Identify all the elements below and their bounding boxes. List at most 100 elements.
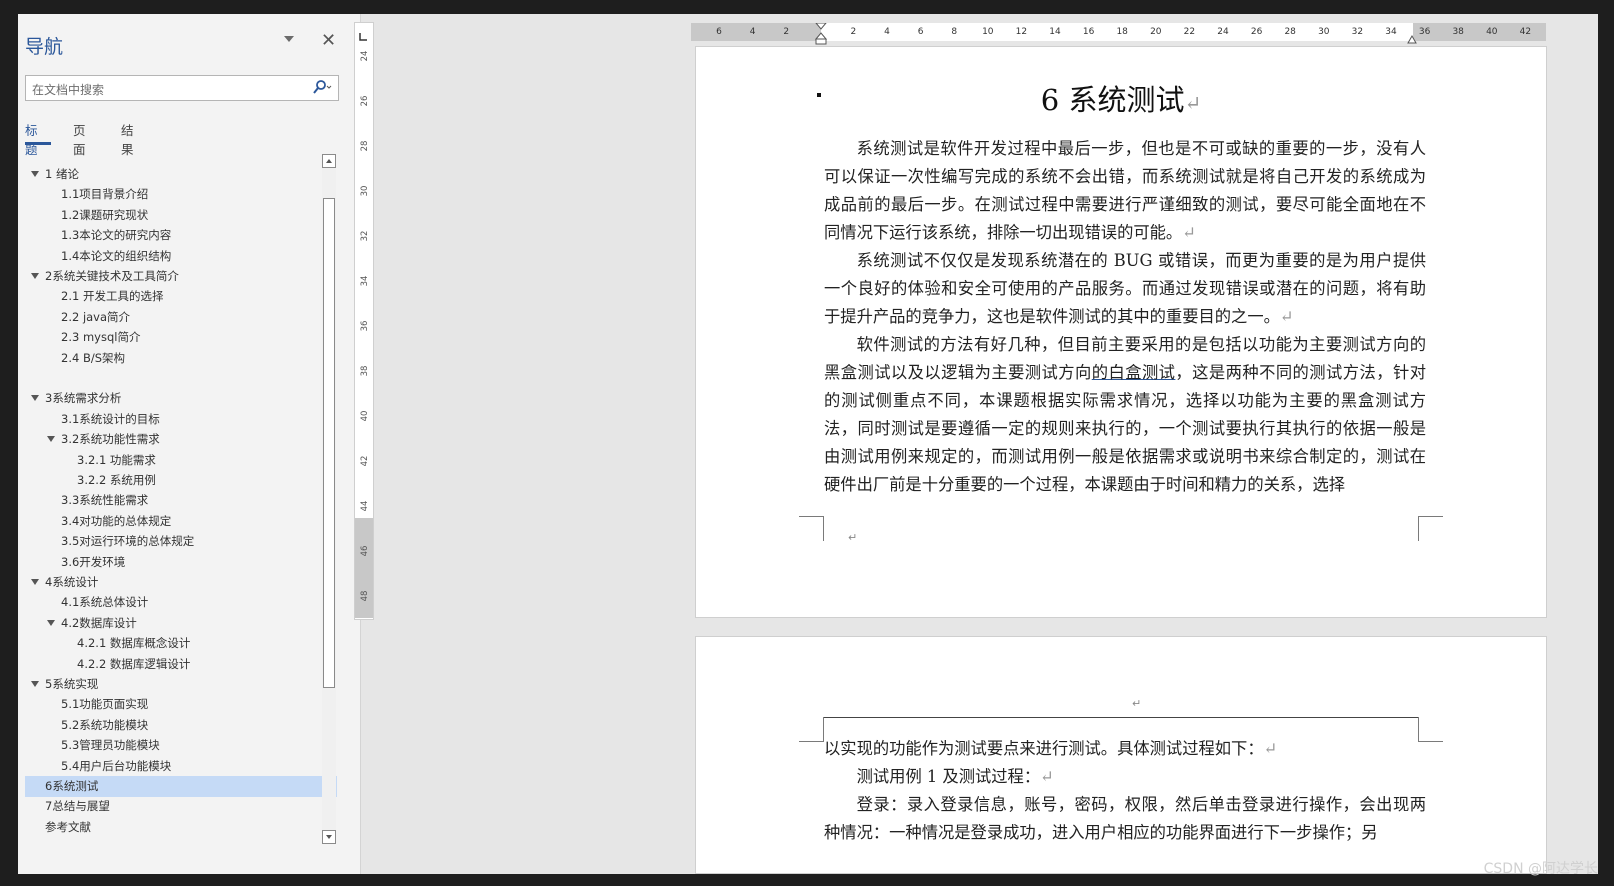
paragraph-4: 以实现的功能作为测试要点来进行测试。具体测试过程如下：↵ — [824, 739, 1278, 758]
scroll-up-icon[interactable] — [322, 154, 336, 168]
ruler-tick-label: 26 — [1250, 27, 1263, 37]
watermark: CSDN @阿达学长 — [1483, 861, 1598, 877]
scroll-down-icon[interactable] — [322, 830, 336, 844]
collapse-toggle-icon[interactable] — [47, 436, 55, 443]
scroll-thumb[interactable] — [323, 198, 335, 688]
ruler-tick-label: 34 — [1385, 27, 1397, 37]
nav-heading-label: 2.1 开发工具的选择 — [61, 289, 164, 304]
nav-heading-item[interactable]: 5.4用户后台功能模块 — [25, 756, 337, 777]
nav-heading-item[interactable]: 4系统设计 — [25, 572, 337, 593]
horizontal-ruler: 6 4 2 2 4 6 8 10 12 14 16 18 20 22 24 26 28 30 32 34 36 38 40 4… — [691, 22, 1546, 45]
paragraph-2: 系统测试不仅仅是发现系统潜在的 BUG 或错误，而更为重要的是为用户提供一个良好… — [824, 251, 1426, 326]
nav-heading-label: 6系统测试 — [45, 779, 99, 793]
close-icon[interactable]: ✕ — [321, 30, 336, 51]
nav-heading-item[interactable]: 5.2系统功能模块 — [25, 715, 337, 736]
tab-results[interactable]: 结果 — [121, 120, 134, 158]
nav-heading-item[interactable]: 5.1功能页面实现 — [25, 694, 337, 715]
nav-options-dropdown-icon[interactable] — [284, 36, 294, 42]
nav-heading-item[interactable]: 3.5对运行环境的总体规定 — [25, 531, 337, 552]
nav-heading-label: 4.2.1 数据库概念设计 — [77, 636, 191, 651]
ruler-tick-label: 46 — [360, 545, 370, 557]
nav-heading-item[interactable]: 3.2.2 系统用例 — [25, 470, 337, 491]
nav-heading-item[interactable]: 3.6开发环境 — [25, 552, 337, 573]
collapse-toggle-icon[interactable] — [31, 273, 39, 279]
crop-mark — [1418, 516, 1443, 541]
nav-heading-item[interactable]: 1.4本论文的组织结构 — [25, 246, 337, 267]
nav-heading-item[interactable]: 1 绪论 — [25, 164, 337, 185]
nav-heading-label: 4.2.2 数据库逻辑设计 — [77, 656, 191, 671]
nav-heading-item[interactable]: 3.2.1 功能需求 — [25, 450, 337, 471]
ruler-tick-label: 12 — [1015, 27, 1028, 37]
ruler-tick-label: 30 — [360, 185, 370, 197]
nav-heading-item[interactable]: 3.4对功能的总体规定 — [25, 511, 337, 532]
collapse-toggle-icon[interactable] — [31, 395, 39, 402]
ruler-tick-label: 34 — [360, 275, 370, 287]
collapse-toggle-icon[interactable] — [31, 681, 39, 687]
nav-heading-label: 1.4本论文的组织结构 — [61, 248, 172, 263]
nav-heading-item[interactable]: 7总结与展望 — [25, 796, 337, 817]
tab-selector-icon[interactable] — [358, 27, 368, 41]
indent-marker-icon[interactable] — [814, 22, 828, 45]
ruler-tick-label: 4 — [749, 27, 756, 37]
tab-pages[interactable]: 页面 — [73, 120, 86, 158]
document-page-2[interactable]: ↵ 以实现的功能作为测试要点来进行测试。具体测试过程如下：↵ 测试用例 1 及测… — [695, 636, 1547, 874]
ruler-tick-label: 22 — [1183, 27, 1196, 37]
nav-heading-item[interactable]: 6系统测试 — [25, 776, 337, 797]
nav-heading-label: 3系统需求分析 — [45, 391, 122, 406]
ruler-tick-label: 28 — [360, 140, 370, 152]
collapse-toggle-icon[interactable] — [31, 579, 39, 585]
nav-heading-item[interactable]: 2.2 java简介 — [25, 307, 337, 328]
search-placeholder: 在文档中搜索 — [32, 83, 105, 97]
right-indent-marker-icon[interactable] — [1407, 29, 1417, 44]
nav-heading-label: 5.4用户后台功能模块 — [61, 758, 172, 773]
ruler-tick-label: 42 — [360, 455, 370, 467]
ruler-tick-label: 18 — [1116, 27, 1128, 37]
nav-heading-item[interactable]: 2.4 B/S架构 — [25, 348, 337, 369]
ruler-tick-label: 2 — [850, 27, 857, 37]
ruler-tick-label: 24 — [1217, 27, 1229, 37]
nav-heading-label: 1.2课题研究现状 — [61, 207, 149, 222]
ruler-tick-label: 32 — [1351, 27, 1364, 37]
ruler-tick-label: 38 — [360, 365, 370, 377]
nav-heading-item[interactable]: 2.3 mysql简介 — [25, 327, 337, 348]
nav-heading-item[interactable] — [25, 368, 337, 389]
nav-heading-item[interactable]: 2系统关键技术及工具简介 — [25, 266, 337, 287]
ruler-tick-label: 24 — [360, 50, 370, 62]
collapse-toggle-icon[interactable] — [31, 171, 39, 177]
ruler-tick-label: 44 — [360, 500, 370, 512]
nav-heading-item[interactable]: 3.3系统性能需求 — [25, 490, 337, 511]
nav-heading-item[interactable]: 2.1 开发工具的选择 — [25, 286, 337, 307]
nav-heading-item[interactable]: 4.1系统总体设计 — [25, 592, 337, 613]
nav-heading-label: 3.2.2 系统用例 — [77, 473, 156, 487]
nav-heading-item[interactable]: 5系统实现 — [25, 674, 337, 695]
ruler-tick-label: 38 — [1452, 27, 1464, 37]
nav-heading-item[interactable]: 1.1项目背景介绍 — [25, 184, 337, 205]
nav-heading-item[interactable]: 参考文献 — [25, 817, 337, 838]
nav-heading-item[interactable]: 4.2.1 数据库概念设计 — [25, 633, 337, 654]
header-return-mark: ↵ — [1132, 697, 1142, 710]
nav-heading-label: 1 绪论 — [45, 167, 79, 181]
nav-heading-label: 4.1系统总体设计 — [61, 595, 149, 610]
ruler-tick-label: 20 — [1150, 27, 1162, 37]
nav-heading-item[interactable]: 4.2.2 数据库逻辑设计 — [25, 654, 337, 675]
nav-heading-item[interactable]: 4.2数据库设计 — [25, 613, 337, 634]
search-input[interactable]: 在文档中搜索 — [25, 75, 339, 101]
tab-headings[interactable]: 标题 — [25, 120, 38, 158]
collapse-toggle-icon[interactable] — [47, 619, 55, 626]
header-rule — [823, 717, 1419, 718]
crop-mark — [799, 717, 824, 742]
footer-return-mark: ↵ — [848, 531, 858, 544]
nav-scrollbar[interactable] — [322, 154, 336, 844]
nav-heading-item[interactable]: 1.3本论文的研究内容 — [25, 225, 337, 246]
nav-heading-label: 3.2系统功能性需求 — [61, 432, 160, 447]
paragraph-5: 测试用例 1 及测试过程：↵ — [856, 767, 1054, 786]
document-page-1[interactable]: 6 系统测试↵ 系统测试是软件开发过程中最后一步，但也是不可或缺的重要的一步，没… — [695, 46, 1547, 618]
nav-heading-item[interactable]: 1.2课题研究现状 — [25, 205, 337, 226]
nav-heading-item[interactable]: 5.3管理员功能模块 — [25, 735, 337, 756]
ruler-tick-label: 14 — [1049, 27, 1061, 37]
nav-heading-item[interactable]: 3.1系统设计的目标 — [25, 409, 337, 430]
nav-heading-item[interactable]: 3.2系统功能性需求 — [25, 429, 337, 450]
ruler-tick-label: 36 — [1418, 27, 1431, 37]
search-icon[interactable] — [312, 79, 334, 97]
nav-heading-item[interactable]: 3系统需求分析 — [25, 388, 337, 409]
